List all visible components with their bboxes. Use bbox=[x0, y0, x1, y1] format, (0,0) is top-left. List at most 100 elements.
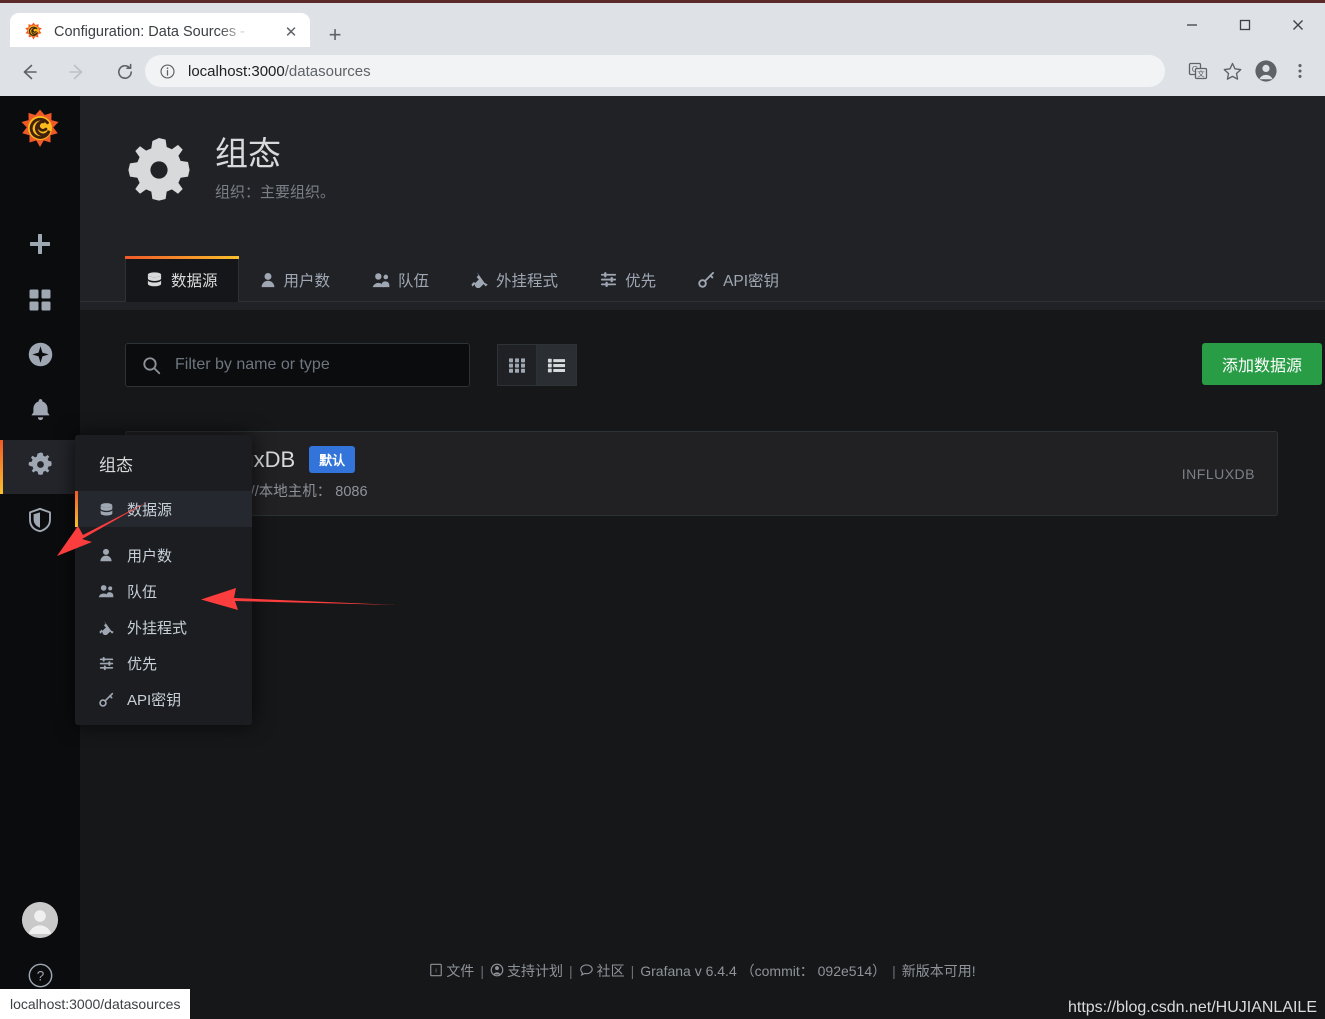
user-icon bbox=[97, 548, 115, 562]
maximize-window-button[interactable] bbox=[1218, 3, 1271, 47]
tab-plugins[interactable]: 外挂程式 bbox=[450, 256, 579, 302]
footer-separator: | bbox=[630, 963, 635, 979]
three-dot-menu-icon[interactable] bbox=[1283, 55, 1317, 87]
browser-chrome: Configuration: Data Sources - ✕ + localh… bbox=[0, 0, 1325, 96]
dropdown-item-datasources[interactable]: 数据源 bbox=[75, 491, 252, 527]
profile-avatar-icon[interactable] bbox=[1249, 55, 1283, 87]
grafana-logo-icon bbox=[24, 22, 43, 41]
comment-icon bbox=[579, 963, 594, 980]
tab-label: 数据源 bbox=[171, 272, 218, 290]
sidebar: ? bbox=[0, 96, 80, 1019]
page-header-text: 组态 组织：主要组织。 bbox=[215, 135, 336, 202]
tab-teams[interactable]: 队伍 bbox=[351, 256, 450, 302]
app-footer: i 文件 | 支持计划 | 社区 | Grafana v 6.4.4 （comm… bbox=[80, 959, 1325, 983]
add-datasource-button[interactable]: 添加数据源 bbox=[1202, 343, 1322, 385]
search-box[interactable] bbox=[125, 343, 470, 387]
apps-grid-icon bbox=[27, 287, 53, 318]
plug-icon bbox=[97, 620, 115, 635]
grafana-logo-icon[interactable] bbox=[20, 109, 60, 149]
footer-new-version-link[interactable]: 新版本可用! bbox=[902, 961, 976, 981]
address-bar[interactable]: localhost:3000/datasources bbox=[145, 55, 1165, 87]
tab-label: 优先 bbox=[625, 272, 657, 290]
minimize-window-button[interactable] bbox=[1165, 3, 1218, 47]
dropdown-item-preferences[interactable]: 优先 bbox=[75, 645, 252, 681]
sidebar-item-configuration[interactable] bbox=[0, 440, 80, 494]
url-path: /datasources bbox=[284, 62, 371, 80]
plus-icon bbox=[27, 231, 53, 262]
browser-toolbar: localhost:3000/datasources G 文 bbox=[0, 47, 1325, 96]
sidebar-item-alerting[interactable] bbox=[0, 385, 80, 439]
tab-bar: 数据源 用户数 队伍 外挂程式 优先 API密钥 bbox=[125, 256, 800, 302]
document-icon: i bbox=[429, 963, 443, 980]
shield-icon bbox=[27, 507, 53, 538]
back-button[interactable] bbox=[10, 53, 48, 91]
status-bar-url: localhost:3000/datasources bbox=[0, 989, 191, 1019]
datasource-url: http：//本地主机： 8086 bbox=[212, 484, 368, 500]
datasource-type: INFLUXDB bbox=[1181, 465, 1255, 482]
database-icon bbox=[97, 502, 115, 517]
dropdown-item-label: 数据源 bbox=[127, 501, 173, 519]
watermark-text: https://blog.csdn.net/HUJIANLAILE bbox=[1067, 999, 1317, 1016]
dropdown-header: 组态 bbox=[99, 455, 133, 475]
footer-separator: | bbox=[480, 963, 484, 979]
user-avatar-icon[interactable] bbox=[22, 902, 58, 938]
close-tab-icon[interactable]: ✕ bbox=[281, 22, 301, 42]
sliders-icon bbox=[97, 656, 115, 671]
tab-preferences[interactable]: 优先 bbox=[579, 256, 677, 302]
gear-icon bbox=[125, 136, 193, 204]
support-icon bbox=[490, 963, 504, 980]
page-subtitle: 组织：主要组织。 bbox=[215, 183, 336, 201]
info-circle-icon[interactable] bbox=[159, 63, 176, 80]
footer-community-link[interactable]: 社区 bbox=[579, 961, 625, 981]
plug-icon bbox=[471, 271, 488, 288]
footer-support-label: 支持计划 bbox=[506, 963, 563, 979]
datasource-list: InfluxDB 默认 http：//本地主机： 8086 INFLUXDB bbox=[125, 431, 1278, 516]
browser-toolbar-actions: G 文 bbox=[1181, 55, 1317, 87]
users-icon bbox=[372, 272, 390, 288]
sidebar-item-server-admin[interactable] bbox=[0, 495, 80, 549]
sidebar-item-create[interactable] bbox=[0, 219, 80, 273]
footer-new-version-label: 新版本可用! bbox=[901, 963, 976, 979]
svg-text:文: 文 bbox=[1197, 68, 1205, 78]
sidebar-item-explore[interactable] bbox=[0, 330, 80, 384]
forward-button[interactable] bbox=[58, 53, 96, 91]
dropdown-item-label: 优先 bbox=[127, 655, 158, 673]
datasource-info: InfluxDB 默认 http：//本地主机： 8086 bbox=[212, 446, 1182, 501]
dropdown-spacer bbox=[75, 527, 252, 537]
footer-separator: | bbox=[892, 963, 896, 979]
svg-text:i: i bbox=[436, 967, 437, 974]
database-icon bbox=[146, 271, 163, 288]
reload-button[interactable] bbox=[106, 53, 144, 91]
view-mode-toggle bbox=[497, 344, 577, 386]
user-icon bbox=[260, 272, 276, 288]
url-host: localhost:3000 bbox=[188, 62, 285, 80]
datasource-toolbar: 添加数据源 bbox=[125, 343, 1322, 389]
tab-users[interactable]: 用户数 bbox=[239, 256, 352, 302]
tab-datasources[interactable]: 数据源 bbox=[125, 256, 239, 302]
browser-tabstrip: Configuration: Data Sources - ✕ + bbox=[0, 3, 1325, 50]
translate-icon[interactable]: G 文 bbox=[1181, 55, 1215, 87]
dropdown-item-api-keys[interactable]: API密钥 bbox=[75, 681, 252, 717]
bookmark-star-icon[interactable] bbox=[1215, 55, 1249, 87]
dropdown-item-label: API密钥 bbox=[127, 691, 182, 709]
dropdown-item-users[interactable]: 用户数 bbox=[75, 537, 252, 573]
footer-docs-link[interactable]: i 文件 bbox=[429, 961, 474, 981]
window-controls bbox=[1165, 3, 1325, 47]
browser-tab[interactable]: Configuration: Data Sources - ✕ bbox=[10, 13, 310, 50]
address-bar-url: localhost:3000/datasources bbox=[188, 63, 371, 80]
search-input[interactable] bbox=[175, 356, 445, 374]
dropdown-item-plugins[interactable]: 外挂程式 bbox=[75, 609, 252, 645]
users-icon bbox=[97, 584, 115, 598]
list-view-icon[interactable] bbox=[537, 344, 577, 386]
grafana-app: ? 组态 组织：主要组织。 数据源 用户数 队伍 外挂程式 优先 API密钥 F… bbox=[0, 96, 1325, 1019]
tab-api-keys[interactable]: API密钥 bbox=[677, 256, 800, 302]
dropdown-item-teams[interactable]: 队伍 bbox=[75, 573, 252, 609]
close-window-button[interactable] bbox=[1272, 3, 1325, 47]
datasource-row[interactable]: InfluxDB 默认 http：//本地主机： 8086 INFLUXDB bbox=[125, 431, 1278, 516]
new-tab-button[interactable]: + bbox=[320, 20, 350, 50]
grid-view-icon[interactable] bbox=[497, 344, 537, 386]
footer-support-link[interactable]: 支持计划 bbox=[490, 961, 563, 981]
default-badge: 默认 bbox=[309, 446, 356, 473]
sidebar-item-dashboards[interactable] bbox=[0, 275, 80, 329]
bell-icon bbox=[28, 397, 53, 427]
